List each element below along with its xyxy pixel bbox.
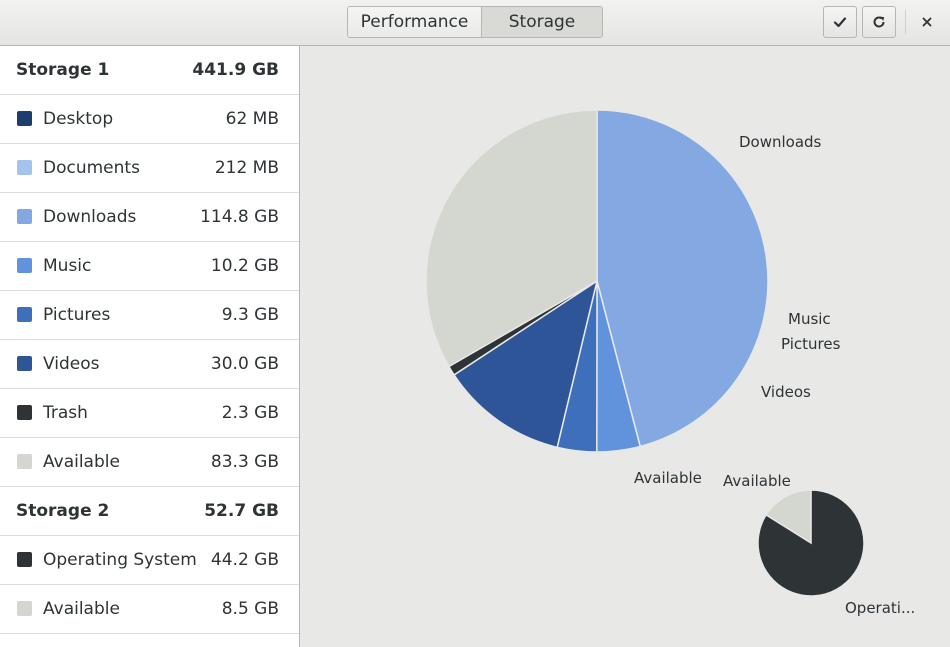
- item-size: 9.3 GB: [221, 305, 279, 325]
- item-size: 62 MB: [225, 109, 279, 129]
- storage-size: 441.9 GB: [192, 60, 279, 80]
- view-switcher: Performance Storage: [347, 6, 603, 38]
- color-swatch: [17, 160, 32, 175]
- color-swatch: [17, 258, 32, 273]
- close-button[interactable]: [912, 6, 942, 38]
- list-item-available[interactable]: Available 83.3 GB: [0, 438, 299, 487]
- header-separator: [905, 10, 906, 34]
- list-item-available-2[interactable]: Available 8.5 GB: [0, 585, 299, 634]
- item-label: Music: [43, 256, 92, 276]
- label-downloads: Downloads: [739, 133, 822, 151]
- item-label: Documents: [43, 158, 140, 178]
- item-size: 44.2 GB: [210, 550, 279, 570]
- tab-performance[interactable]: Performance: [348, 7, 482, 37]
- label-music: Music: [788, 310, 831, 328]
- list-item-desktop[interactable]: Desktop 62 MB: [0, 95, 299, 144]
- storage-2-header[interactable]: Storage 2 52.7 GB: [0, 487, 299, 536]
- list-item-downloads[interactable]: Downloads 114.8 GB: [0, 193, 299, 242]
- close-icon: [922, 17, 932, 27]
- list-item-operating-system[interactable]: Operating System 44.2 GB: [0, 536, 299, 585]
- storage-1-pie: [425, 109, 769, 453]
- item-label: Videos: [43, 354, 100, 374]
- storage-name: Storage 2: [16, 501, 110, 521]
- storage-size: 52.7 GB: [204, 501, 279, 521]
- list-item-documents[interactable]: Documents 212 MB: [0, 144, 299, 193]
- color-swatch: [17, 356, 32, 371]
- header-bar: Performance Storage: [0, 0, 950, 46]
- label-videos: Videos: [761, 383, 811, 401]
- color-swatch: [17, 552, 32, 567]
- storage-2-pie: [757, 489, 865, 597]
- color-swatch: [17, 209, 32, 224]
- item-size: 114.8 GB: [200, 207, 279, 227]
- list-item-pictures[interactable]: Pictures 9.3 GB: [0, 291, 299, 340]
- check-button[interactable]: [823, 6, 857, 38]
- item-size: 212 MB: [214, 158, 279, 178]
- chart-area: Downloads Music Pictures Videos Availabl…: [301, 46, 950, 647]
- item-label: Desktop: [43, 109, 114, 129]
- item-size: 2.3 GB: [221, 403, 279, 423]
- item-size: 10.2 GB: [210, 256, 279, 276]
- check-icon: [833, 17, 847, 28]
- item-label: Operating System: [43, 550, 197, 570]
- tab-storage[interactable]: Storage: [482, 7, 602, 37]
- color-swatch: [17, 454, 32, 469]
- list-item-music[interactable]: Music 10.2 GB: [0, 242, 299, 291]
- storage-name: Storage 1: [16, 60, 110, 80]
- color-swatch: [17, 111, 32, 126]
- storage-window: Performance Storage Storage 1 441.9 GB D…: [0, 0, 950, 647]
- color-swatch: [17, 405, 32, 420]
- color-swatch: [17, 601, 32, 616]
- storage-1-header[interactable]: Storage 1 441.9 GB: [0, 46, 299, 95]
- item-label: Available: [43, 452, 120, 472]
- storage-pie-charts: Downloads Music Pictures Videos Availabl…: [425, 109, 915, 617]
- list-item-trash[interactable]: Trash 2.3 GB: [0, 389, 299, 438]
- color-swatch: [17, 307, 32, 322]
- label-available-2: Available: [723, 472, 791, 490]
- item-size: 30.0 GB: [210, 354, 279, 374]
- label-operating-system: Operati...: [845, 599, 915, 617]
- label-available: Available: [634, 469, 702, 487]
- storage-list: Storage 1 441.9 GB Desktop 62 MB Documen…: [0, 46, 300, 647]
- refresh-button[interactable]: [862, 6, 896, 38]
- item-label: Pictures: [43, 305, 111, 325]
- list-item-videos[interactable]: Videos 30.0 GB: [0, 340, 299, 389]
- refresh-icon: [873, 16, 885, 28]
- item-label: Downloads: [43, 207, 137, 227]
- label-pictures: Pictures: [781, 335, 841, 353]
- item-size: 83.3 GB: [210, 452, 279, 472]
- item-label: Available: [43, 599, 120, 619]
- item-size: 8.5 GB: [221, 599, 279, 619]
- item-label: Trash: [43, 403, 88, 423]
